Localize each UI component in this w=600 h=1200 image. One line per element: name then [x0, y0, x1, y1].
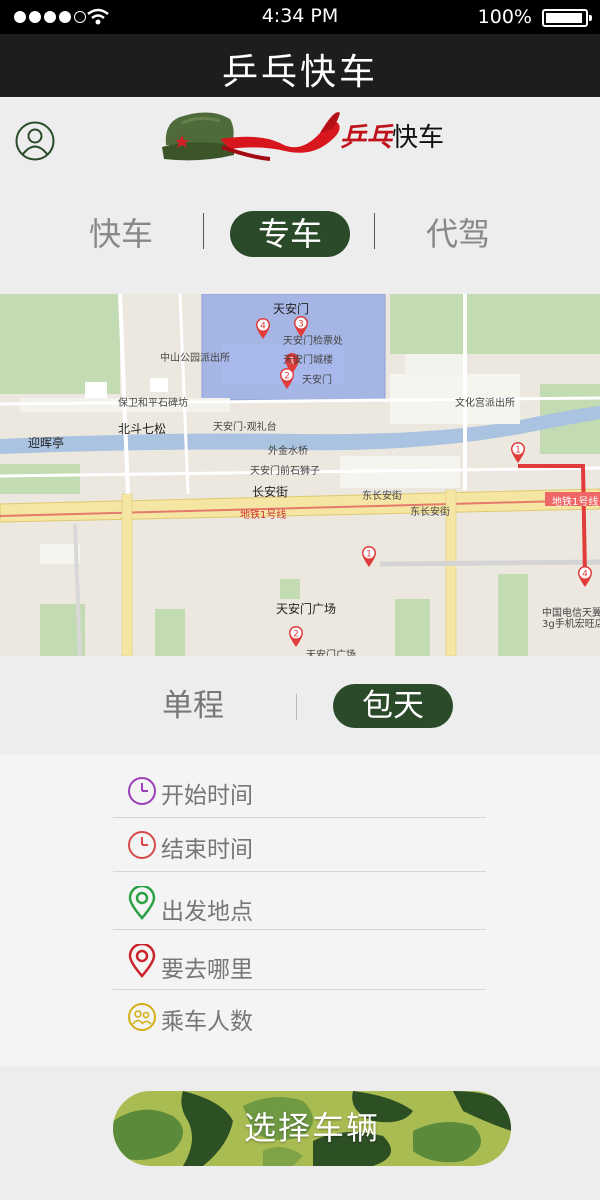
passengers-row[interactable]: 乘车人数: [113, 988, 486, 1044]
map-label: 保卫和平石碑坊: [118, 398, 188, 409]
destination-row[interactable]: 要去哪里: [113, 934, 486, 990]
map-label: 天安门广场: [276, 602, 337, 616]
map-label: 天安门-观礼台: [213, 422, 277, 433]
service-tabs: 快车 专车 代驾: [0, 187, 600, 294]
nav-bar: 乒乓快车: [0, 34, 600, 97]
battery-percent: 100%: [477, 6, 532, 28]
map-label: 地铁1号线: [552, 497, 599, 508]
map-label: 天安门城楼: [283, 355, 333, 366]
end-time-label: 结束时间: [161, 837, 253, 863]
svg-text:1: 1: [366, 550, 372, 560]
app-title: 乒乓快车: [221, 52, 378, 93]
svg-text:4: 4: [582, 570, 588, 580]
avatar-icon[interactable]: [15, 121, 55, 161]
clock-icon: [128, 777, 156, 805]
battery-icon: [542, 9, 592, 27]
map-label: 天安门前石狮子: [250, 466, 320, 477]
map-label: 地铁1号线: [240, 510, 287, 521]
map-label: 迎晖亭: [28, 436, 65, 450]
start-time-label: 开始时间: [161, 783, 253, 809]
svg-text:3: 3: [298, 320, 304, 330]
clock-icon: [128, 831, 156, 859]
departure-row[interactable]: 出发地点: [113, 874, 486, 930]
select-vehicle-button[interactable]: 选择车辆: [113, 1091, 511, 1166]
map-label: 文化宫派出所: [455, 398, 515, 409]
map-label: 外金水桥: [268, 446, 308, 457]
option-divider: [296, 694, 297, 720]
map-label: 天安门: [273, 302, 310, 316]
option-one-way[interactable]: 单程: [133, 684, 253, 728]
svg-text:1: 1: [515, 446, 521, 456]
map-marker[interactable]: 1: [360, 544, 378, 568]
map-view[interactable]: 4 3 1 2 1 1 2 4 天安门 天安门检票处 天安门城楼 天安门 中山公…: [0, 294, 600, 656]
map-label: 天安门广场: [306, 650, 356, 656]
map-marker[interactable]: 1: [509, 440, 527, 464]
map-label: 中山公园派出所: [160, 353, 230, 364]
people-icon: [128, 1003, 156, 1031]
svg-text:2: 2: [293, 630, 299, 640]
logo-text: 乒乓快车: [340, 123, 445, 153]
map-label: 长安街: [252, 485, 289, 499]
header: 乒乓快车: [0, 97, 600, 187]
map-marker[interactable]: 4: [254, 316, 272, 340]
map-marker[interactable]: 2: [278, 366, 296, 390]
location-pin-icon: [128, 944, 156, 978]
booking-form: 开始时间 结束时间 出发地点 要去哪里 乘车人数: [0, 754, 600, 1066]
map-label: 东长安街: [410, 507, 450, 518]
tab-zhuanche[interactable]: 专车: [230, 211, 350, 257]
bottom-bar: 选择车辆: [0, 1066, 600, 1200]
departure-label: 出发地点: [161, 899, 253, 925]
map-label: 天安门: [302, 375, 332, 386]
tab-daijia[interactable]: 代驾: [398, 211, 518, 257]
select-vehicle-label: 选择车辆: [243, 1109, 380, 1147]
map-label: 天安门检票处: [283, 336, 343, 347]
end-time-row[interactable]: 结束时间: [113, 816, 486, 872]
tab-divider: [374, 213, 375, 249]
map-marker[interactable]: 4: [576, 564, 594, 588]
svg-text:2: 2: [284, 372, 290, 382]
destination-label: 要去哪里: [161, 957, 253, 983]
location-pin-icon: [128, 886, 156, 920]
passengers-label: 乘车人数: [161, 1009, 253, 1035]
map-marker[interactable]: 2: [287, 624, 305, 648]
tab-kuaiche[interactable]: 快车: [61, 211, 181, 257]
trip-type-selector: 单程 包天: [0, 656, 600, 754]
map-label: 北斗七松: [118, 422, 167, 436]
svg-text:4: 4: [260, 322, 266, 332]
map-label: 3g手机宏旺店: [542, 619, 600, 630]
tab-divider: [203, 213, 204, 249]
start-time-row[interactable]: 开始时间: [113, 762, 486, 818]
status-bar: 4:34 PM 100%: [0, 0, 600, 34]
map-label: 东长安街: [362, 491, 402, 502]
option-full-day[interactable]: 包天: [333, 684, 453, 728]
